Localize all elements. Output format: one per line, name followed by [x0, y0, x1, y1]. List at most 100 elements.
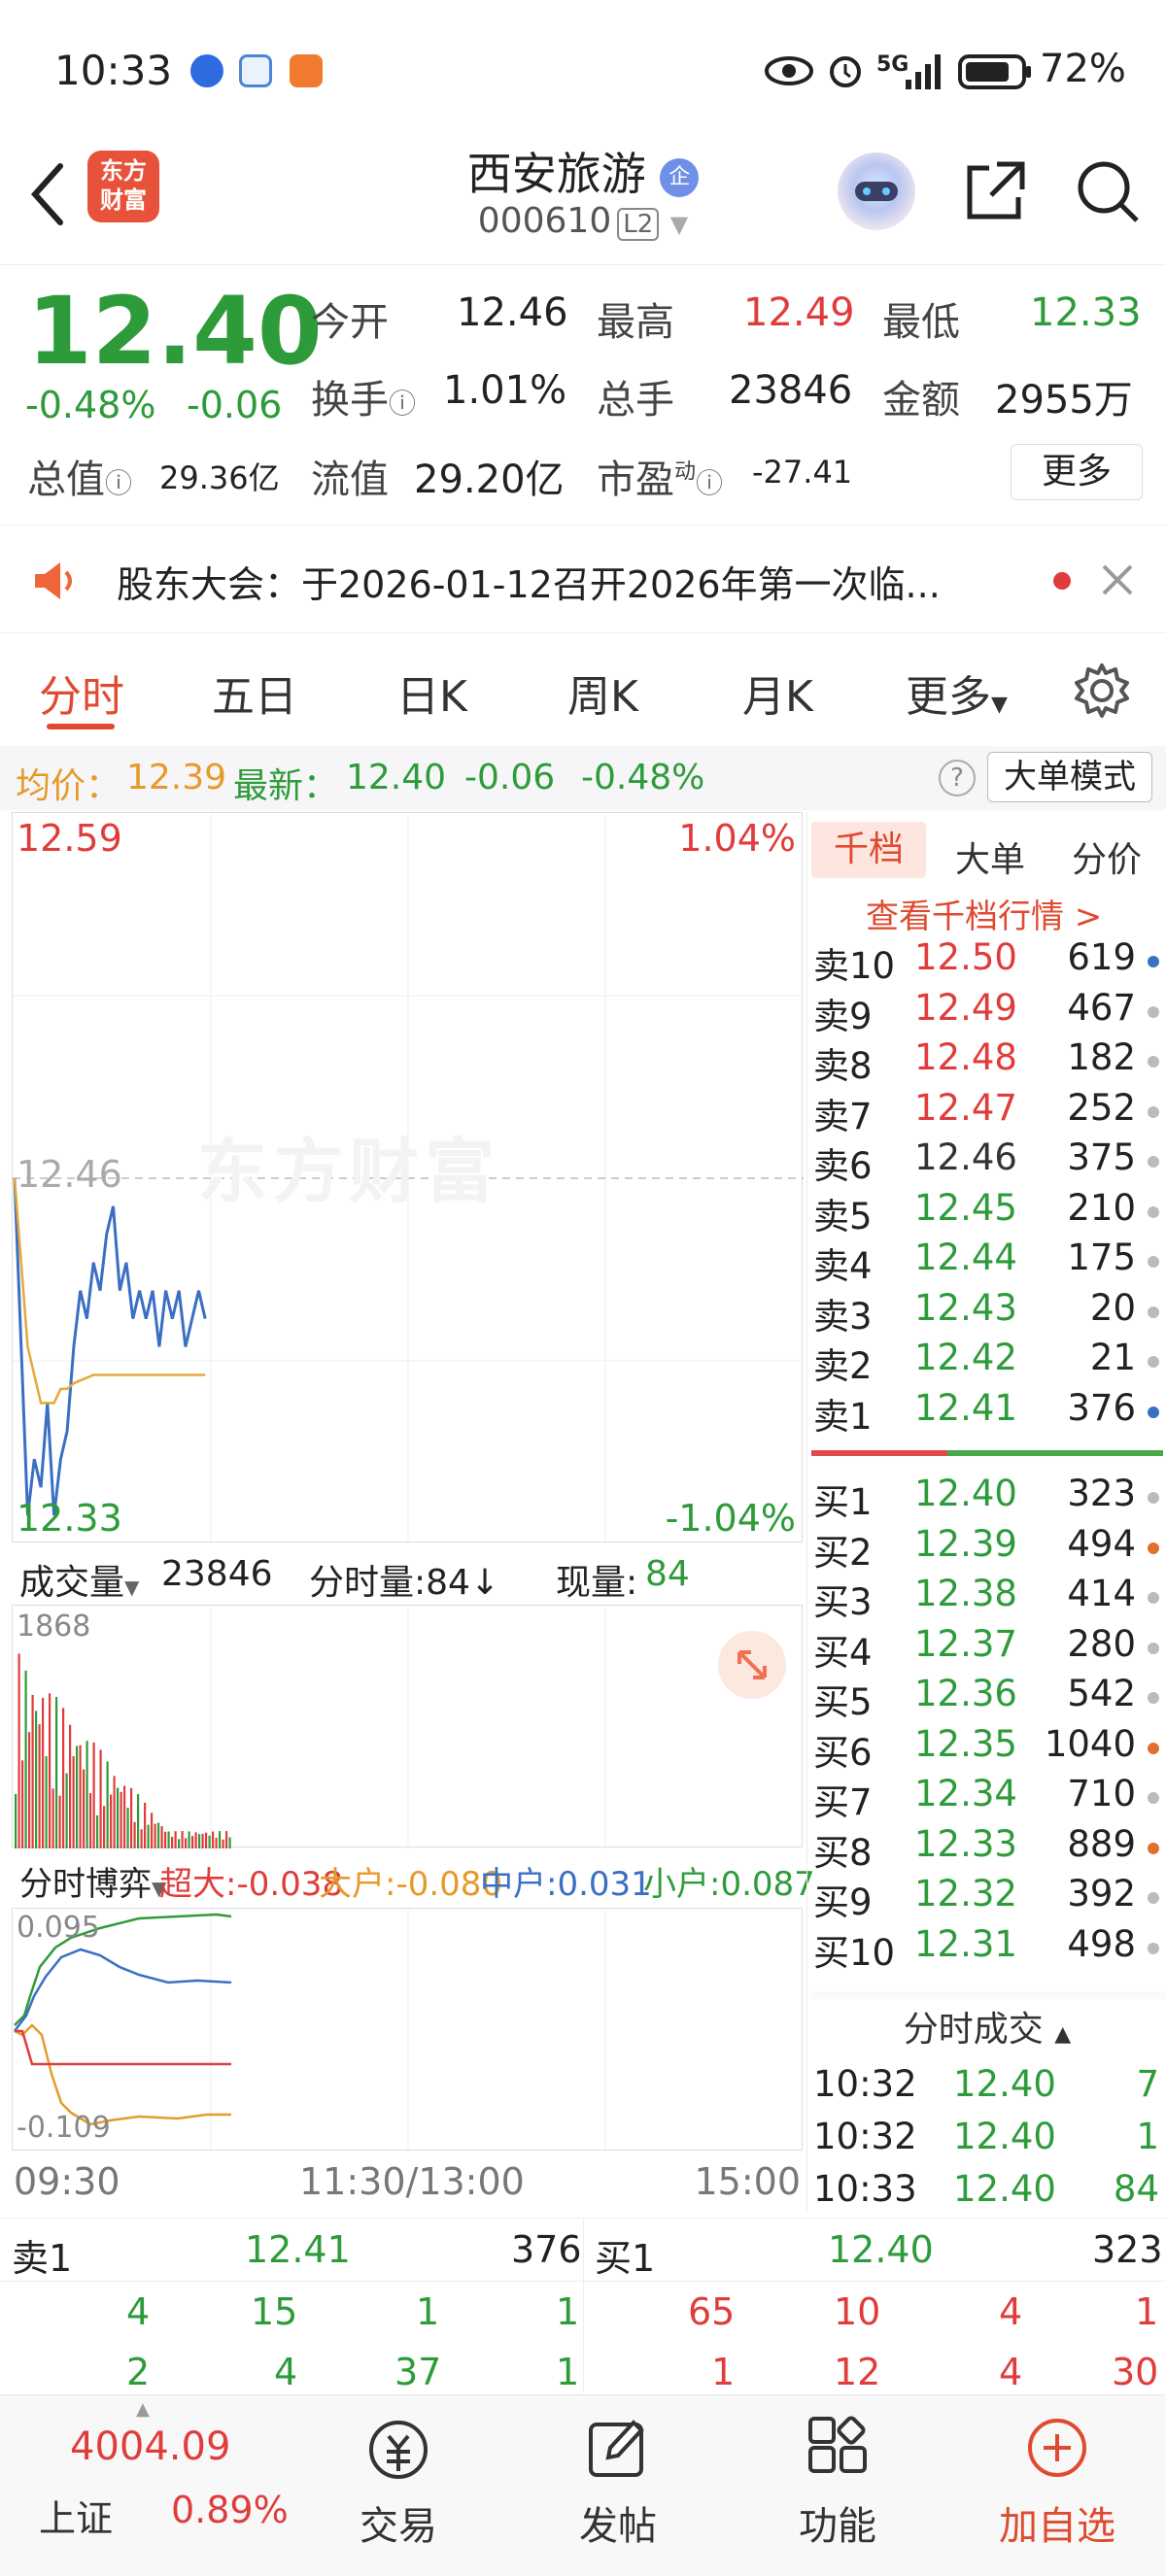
change-amount: -0.06 — [187, 384, 283, 426]
mktcap-label[interactable]: 总值ⓘ — [27, 448, 132, 504]
volume-bar — [126, 1808, 129, 1848]
bid-volume: 889 — [1067, 1822, 1136, 1865]
ask-row[interactable]: 卖3 12.43 20 — [807, 1287, 1166, 1338]
volume-chart[interactable]: 1868 — [12, 1605, 803, 1848]
more-button[interactable]: 更多 — [1011, 444, 1143, 500]
volume-bar — [201, 1833, 204, 1848]
price-chart[interactable]: 东方财富 12.59 1.04% 12.46 12.33 -1.04% — [12, 812, 804, 1543]
tab-more[interactable]: 更多▼ — [906, 661, 1008, 724]
ask-row[interactable]: 卖4 12.44 175 — [807, 1237, 1166, 1287]
volume-bar — [208, 1835, 211, 1848]
expand-icon[interactable] — [718, 1631, 786, 1699]
tab-full-depth[interactable]: 千档 — [811, 822, 926, 878]
chart-tabs: 分时 五日 日K 周K 月K 更多▼ — [0, 646, 1166, 743]
ask-level-label: 卖7 — [813, 1095, 873, 1137]
nav-features[interactable]: 功能 — [740, 2415, 935, 2551]
notice-bar[interactable]: 股东大会：于2026-01-12召开2026年第一次临... — [0, 525, 1166, 633]
bid-row[interactable]: 买8 12.33 889 — [807, 1823, 1166, 1874]
volume-bar — [92, 1742, 95, 1848]
tab-intraday[interactable]: 分时 — [39, 661, 124, 724]
nav-trade[interactable]: 交易 — [301, 2415, 496, 2551]
trade-icon — [369, 2421, 428, 2479]
volume-bar — [28, 1732, 31, 1848]
nav-post[interactable]: 发帖 — [521, 2415, 715, 2551]
help-icon[interactable]: ? — [939, 760, 976, 797]
tab-indicator — [47, 724, 115, 729]
ask-row[interactable]: 卖9 12.49 467 — [807, 987, 1166, 1037]
ask-row[interactable]: 卖5 12.45 210 — [807, 1187, 1166, 1237]
bid-volume: 710 — [1067, 1773, 1136, 1814]
order-tag-dot — [1148, 1692, 1159, 1704]
ask-price: 12.48 — [914, 1036, 1017, 1078]
bid-row[interactable]: 买7 12.34 710 — [807, 1773, 1166, 1823]
tab-monthly-k[interactable]: 月K — [742, 661, 813, 724]
bid-row[interactable]: 买1 12.40 323 — [807, 1473, 1166, 1523]
ask-row[interactable]: 卖2 12.42 21 — [807, 1337, 1166, 1387]
view-full-depth-link[interactable]: 查看千档行情 > — [866, 890, 1102, 937]
bid-row[interactable]: 买4 12.37 280 — [807, 1623, 1166, 1674]
nav-add-watchlist[interactable]: 加自选 — [960, 2415, 1154, 2551]
ask-row[interactable]: 卖1 12.41 376 — [807, 1387, 1166, 1438]
ask-row[interactable]: 卖7 12.47 252 — [807, 1087, 1166, 1137]
turnover-label[interactable]: 换手ⓘ — [311, 368, 416, 424]
change-percent: -0.48% — [25, 384, 156, 426]
volume-bar — [154, 1823, 156, 1848]
bid-row[interactable]: 买5 12.36 542 — [807, 1673, 1166, 1723]
ask-row[interactable]: 卖10 12.50 619 — [807, 936, 1166, 987]
capital-flow-selector[interactable]: 分时博弈▼ — [19, 1857, 166, 1905]
bid-row[interactable]: 买6 12.35 1040 — [807, 1723, 1166, 1774]
tab-big-orders[interactable]: 大单 — [955, 831, 1025, 882]
bid-level-label: 买9 — [813, 1881, 873, 1923]
tab-weekly-k[interactable]: 周K — [567, 661, 638, 724]
assistant-avatar-icon[interactable] — [838, 153, 915, 230]
volume-bar — [117, 1787, 120, 1848]
share-icon[interactable] — [956, 153, 1034, 230]
add-circle-icon — [1028, 2419, 1086, 2477]
bid-queue-item: 65 — [688, 2290, 736, 2333]
big-order-mode-button[interactable]: 大单模式 — [987, 752, 1152, 802]
bid-row[interactable]: 买10 12.31 498 — [807, 1923, 1166, 1974]
ask-price: 12.43 — [914, 1286, 1017, 1329]
settings-gear-icon[interactable] — [1073, 661, 1131, 720]
tab-five-day[interactable]: 五日 — [212, 661, 297, 724]
bid-level-label: 买1 — [813, 1481, 873, 1523]
pe-label[interactable]: 市盈动ⓘ — [597, 448, 723, 504]
trades-title[interactable]: 分时成交 ▲ — [807, 2001, 1166, 2051]
close-icon[interactable] — [1100, 562, 1135, 597]
pe-value: -27.41 — [752, 454, 853, 491]
chevron-down-icon: ▼ — [124, 1576, 140, 1599]
ask-level-label: 卖4 — [813, 1245, 873, 1287]
ask-level-label: 卖3 — [813, 1295, 873, 1338]
index-ticker[interactable]: ▲ 4004.09 上证 0.89% — [0, 2395, 292, 2576]
volume-bar — [31, 1694, 34, 1848]
volume-bar — [17, 1653, 20, 1848]
bid-row[interactable]: 买3 12.38 414 — [807, 1573, 1166, 1623]
volume-bar — [225, 1831, 228, 1848]
ask-queue-item: 1 — [556, 2290, 580, 2333]
trade-price: 12.40 — [953, 2116, 1056, 2157]
bid-queue-item: 4 — [999, 2290, 1023, 2333]
index-value: 4004.09 — [70, 2424, 231, 2469]
mktcap-value: 29.36亿 — [159, 459, 280, 496]
volume-bar — [65, 1773, 68, 1848]
capital-flow-chart[interactable]: 0.095 -0.109 — [12, 1908, 803, 2152]
bid-row[interactable]: 买2 12.39 494 — [807, 1523, 1166, 1574]
order-tag-dot — [1148, 1005, 1159, 1018]
tab-daily-k[interactable]: 日K — [396, 661, 467, 724]
volume-bar — [144, 1802, 147, 1848]
avg-value: 12.39 — [126, 758, 227, 797]
info-icon: ⓘ — [105, 467, 133, 499]
bid-row[interactable]: 买9 12.32 392 — [807, 1873, 1166, 1923]
latest-change: -0.06 — [464, 758, 556, 797]
grid-icon — [808, 2416, 867, 2473]
ask-row[interactable]: 卖8 12.48 182 — [807, 1036, 1166, 1087]
tab-price-dist[interactable]: 分价 — [1072, 831, 1142, 882]
volume-bar — [137, 1794, 140, 1848]
bid-queue-item: 4 — [999, 2351, 1023, 2393]
bid-price: 12.35 — [914, 1722, 1017, 1765]
ask-row[interactable]: 卖6 12.46 375 — [807, 1136, 1166, 1187]
volume-bar — [160, 1826, 163, 1848]
volume-selector[interactable]: 成交量▼ — [19, 1554, 139, 1605]
ask1-price: 12.41 — [245, 2228, 351, 2271]
search-icon[interactable] — [1069, 153, 1147, 230]
